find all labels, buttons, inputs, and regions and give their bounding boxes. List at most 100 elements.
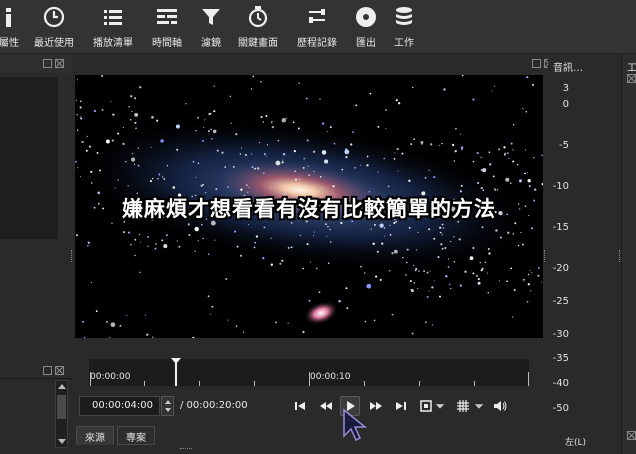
left-panel-content (0, 77, 58, 239)
meter-scale-label: -25 (552, 296, 569, 307)
zoom-dropdown[interactable] (434, 396, 446, 416)
audio-meter-title: 音訊… (553, 63, 583, 74)
clock-icon (43, 6, 65, 28)
skip-to-end-button[interactable] (391, 396, 411, 416)
meter-scale-label: 3 (562, 83, 569, 94)
info-icon (6, 8, 11, 27)
rewind-icon (320, 402, 332, 410)
scroll-up-icon[interactable] (58, 384, 66, 389)
filter-icon (202, 9, 220, 25)
meter-channel-label: 左(L) (565, 438, 587, 448)
timeline-ruler[interactable]: 00:00:00 00:00:10 (89, 359, 529, 386)
volume-button[interactable] (490, 396, 510, 416)
meter-scale-label: -20 (552, 263, 569, 274)
toolbar-button-properties[interactable]: 屬性 (0, 6, 20, 49)
stack-icon (396, 7, 412, 25)
volume-icon (494, 401, 507, 411)
ruler-tick (144, 381, 145, 386)
splitter-handle[interactable] (544, 250, 546, 262)
fast-forward-icon (370, 402, 382, 410)
chevron-down-icon (435, 404, 445, 409)
right-panel (621, 55, 636, 454)
close-icon[interactable] (627, 74, 636, 83)
grid-icon (457, 400, 469, 412)
audio-meter-panel (548, 55, 618, 454)
close-icon[interactable] (627, 431, 636, 440)
toolbar-button-timeline[interactable]: 時間軸 (152, 6, 182, 49)
toolbar-button-history[interactable]: 歷程記錄 (297, 6, 337, 49)
toolbar-label: 工作 (394, 38, 414, 49)
ruler-tick (199, 381, 200, 386)
float-icon[interactable] (532, 59, 541, 68)
ruler-tick (364, 381, 365, 386)
skip-to-start-button[interactable] (290, 396, 310, 416)
right-panel-window-buttons (627, 431, 636, 440)
toolbar-label: 匯出 (356, 38, 376, 49)
fit-frame-icon (420, 400, 432, 412)
scroll-down-icon[interactable] (58, 439, 66, 444)
disc-icon (356, 7, 376, 27)
tab-project[interactable]: 專案 (117, 426, 155, 445)
scroll-thumb[interactable] (57, 395, 66, 419)
splitter-handle[interactable] (180, 448, 192, 450)
grid-dropdown[interactable] (473, 396, 485, 416)
timeline-icon (157, 9, 177, 24)
video-viewer[interactable]: 嫌麻煩才想看看有沒有比較簡單的方法 (75, 75, 543, 338)
ruler-tick (419, 381, 420, 386)
history-icon (309, 9, 325, 23)
toolbar-label: 歷程記錄 (297, 38, 337, 49)
fast-forward-button[interactable] (366, 396, 386, 416)
ruler-time-label: 00:00:10 (310, 372, 351, 382)
source-project-tabs: 來源 專案 (76, 426, 158, 445)
panel-window-buttons (43, 366, 64, 375)
ruler-tick (474, 381, 475, 386)
chevron-down-icon (474, 404, 484, 409)
zoom-button[interactable] (416, 396, 436, 416)
main-toolbar: 屬性 最近使用 播放清單 時間軸 濾鏡 關鍵畫面 歷程記錄 匯出 工作 (0, 0, 636, 54)
ruler-time-label: 00:00:00 (90, 372, 131, 382)
meter-scale-label: -10 (552, 181, 569, 192)
toolbar-button-keyframes[interactable]: 關鍵畫面 (238, 6, 278, 49)
meter-scale-label: -5 (559, 140, 569, 151)
mouse-cursor-icon (343, 408, 368, 442)
tab-source[interactable]: 來源 (76, 426, 114, 445)
toolbar-label: 時間軸 (152, 38, 182, 49)
stopwatch-icon (248, 6, 268, 28)
float-icon[interactable] (43, 366, 52, 375)
float-icon[interactable] (43, 59, 52, 68)
playhead-marker[interactable] (170, 358, 182, 386)
splitter-handle[interactable] (71, 250, 73, 262)
meter-scale-label: -15 (552, 222, 569, 233)
meter-scale-label: -50 (552, 403, 569, 414)
toolbar-button-playlist[interactable]: 播放清單 (93, 6, 133, 49)
right-panel-title: 工 (627, 63, 636, 74)
toolbar-button-jobs[interactable]: 工作 (393, 6, 415, 49)
left-panel-scrollbar[interactable] (55, 380, 68, 448)
ruler-tick (528, 372, 529, 386)
toolbar-label: 播放清單 (93, 38, 133, 49)
grid-button[interactable] (453, 396, 473, 416)
panel-divider (0, 378, 72, 379)
close-icon[interactable] (55, 59, 64, 68)
toolbar-label: 最近使用 (34, 38, 74, 49)
list-icon (104, 10, 122, 25)
toolbar-button-recent[interactable]: 最近使用 (34, 6, 74, 49)
toolbar-label: 濾鏡 (201, 38, 221, 49)
position-timecode-input[interactable]: 00:00:04:00 (79, 396, 160, 416)
rewind-button[interactable] (316, 396, 336, 416)
toolbar-label: 關鍵畫面 (238, 38, 278, 49)
meter-scale-label: -30 (552, 329, 569, 340)
ruler-tick (254, 381, 255, 386)
video-caption: 嫌麻煩才想看看有沒有比較簡單的方法 (122, 197, 496, 221)
toolbar-label: 屬性 (0, 38, 19, 49)
panel-window-buttons (43, 59, 64, 68)
right-panel-window-buttons (627, 74, 636, 83)
skip-next-icon (396, 402, 406, 410)
position-spin-buttons[interactable] (161, 396, 174, 416)
close-icon[interactable] (55, 366, 64, 375)
toolbar-button-export[interactable]: 匯出 (355, 6, 377, 49)
meter-scale-label: -35 (552, 353, 569, 364)
toolbar-button-filters[interactable]: 濾鏡 (200, 6, 222, 49)
skip-previous-icon (295, 402, 305, 410)
meter-scale-label: 0 (562, 99, 569, 110)
